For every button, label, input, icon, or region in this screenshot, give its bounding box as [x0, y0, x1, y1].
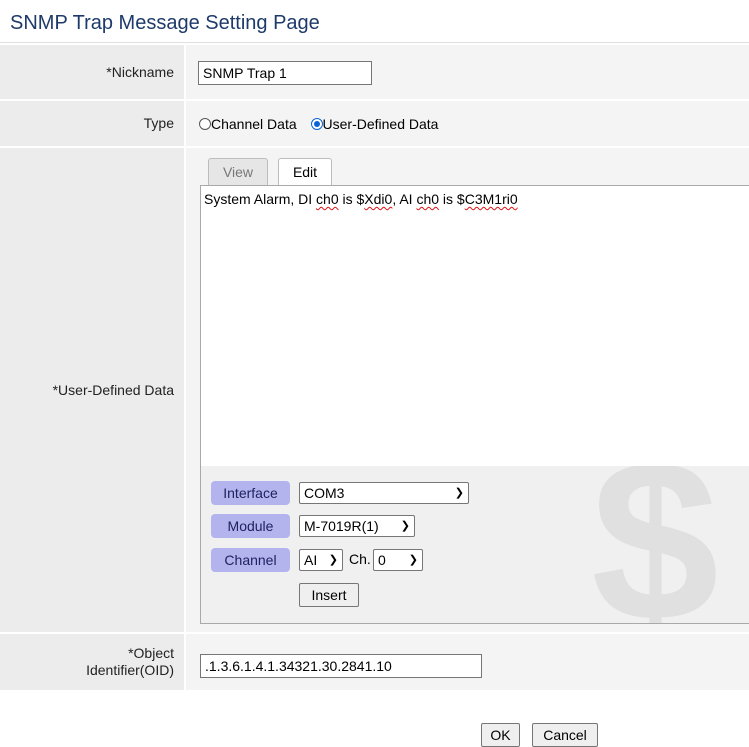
editor-content: System Alarm, DI ch0 is $Xdi0, AI ch0 is…: [204, 191, 518, 207]
type-value-cell: Channel Data User-Defined Data: [186, 101, 749, 146]
nickname-value-cell: SNMP Trap 1: [186, 45, 749, 99]
module-select[interactable]: M-7019R(1) ❯: [299, 515, 415, 537]
radio-user-defined-data-label[interactable]: User-Defined Data: [323, 116, 439, 132]
dollar-watermark: $: [591, 466, 719, 624]
chevron-down-icon: ❯: [328, 554, 338, 566]
radio-user-defined-data[interactable]: [310, 118, 323, 130]
interface-select[interactable]: COM3 ❯: [299, 482, 469, 504]
chevron-down-icon: ❯: [400, 520, 410, 532]
insert-button[interactable]: Insert: [299, 583, 359, 607]
title-divider: [0, 42, 749, 43]
oid-label: *Object Identifier(OID): [0, 634, 184, 690]
chevron-down-icon: ❯: [454, 487, 464, 499]
type-label: Type: [0, 101, 184, 146]
ok-button[interactable]: OK: [481, 723, 520, 747]
cancel-button[interactable]: Cancel: [532, 723, 598, 747]
channel-number-label: Ch.: [349, 551, 371, 567]
tab-edit[interactable]: Edit: [278, 158, 332, 187]
message-editor[interactable]: System Alarm, DI ch0 is $Xdi0, AI ch0 is…: [200, 185, 749, 467]
channel-label: Channel: [211, 548, 290, 572]
nickname-label: *Nickname: [0, 45, 184, 99]
user-defined-label: *User-Defined Data: [0, 148, 184, 632]
insert-panel: $ Interface COM3 ❯ Module M-7019R(1) ❯ C…: [200, 466, 749, 624]
oid-row: *Object Identifier(OID) .1.3.6.1.4.1.343…: [0, 634, 749, 690]
oid-value-cell: .1.3.6.1.4.1.34321.30.2841.10: [186, 634, 749, 690]
channel-type-select[interactable]: AI ❯: [299, 549, 343, 571]
chevron-down-icon: ❯: [408, 554, 418, 566]
type-row: Type Channel Data User-Defined Data: [0, 101, 749, 146]
page-title: SNMP Trap Message Setting Page: [10, 12, 320, 34]
nickname-input[interactable]: SNMP Trap 1: [198, 61, 372, 85]
radio-channel-data[interactable]: [199, 118, 211, 130]
channel-number-select[interactable]: 0 ❯: [373, 549, 423, 571]
interface-label: Interface: [211, 481, 290, 505]
module-label: Module: [211, 514, 290, 538]
radio-channel-data-label[interactable]: Channel Data: [211, 116, 297, 132]
oid-input[interactable]: .1.3.6.1.4.1.34321.30.2841.10: [200, 654, 482, 678]
tab-view[interactable]: View: [208, 158, 268, 186]
nickname-row: *Nickname SNMP Trap 1: [0, 45, 749, 99]
type-options: Channel Data User-Defined Data: [199, 116, 438, 132]
